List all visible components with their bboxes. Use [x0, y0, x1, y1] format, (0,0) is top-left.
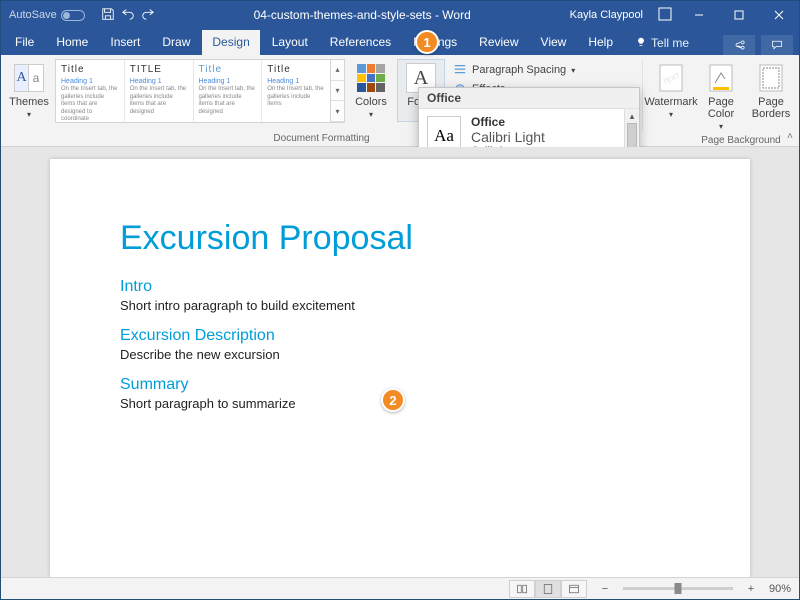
group-label-page-background: Page Background — [647, 134, 795, 147]
themes-button[interactable]: Aa Themes ▾ — [5, 59, 53, 122]
doc-title: Excursion Proposal — [120, 219, 680, 258]
undo-icon[interactable] — [121, 7, 135, 24]
tab-draw[interactable]: Draw — [152, 30, 200, 55]
page-borders-icon — [757, 63, 785, 93]
paragraph-description: Describe the new excursion — [120, 347, 680, 362]
share-button[interactable] — [723, 35, 755, 55]
heading-description: Excursion Description — [120, 327, 680, 345]
status-bar: − + 90% — [1, 577, 799, 599]
tab-design[interactable]: Design — [202, 30, 259, 55]
style-set-item[interactable]: TitleHeading 1On the Insert tab, the gal… — [194, 60, 263, 122]
title-bar: AutoSave 04-custom-themes-and-style-sets… — [1, 1, 799, 29]
page-borders-label: Page Borders — [750, 96, 792, 120]
tab-view[interactable]: View — [531, 30, 577, 55]
collapse-ribbon-button[interactable]: ˄ — [787, 131, 793, 142]
callout-2: 2 — [381, 388, 405, 412]
page-color-icon — [707, 63, 735, 93]
tell-me-label: Tell me — [651, 36, 689, 50]
themes-icon: Aa — [14, 64, 44, 92]
minimize-button[interactable] — [679, 1, 719, 29]
window-controls — [679, 1, 799, 29]
account-icon[interactable] — [651, 6, 679, 25]
web-layout-button[interactable] — [561, 580, 587, 598]
tab-layout[interactable]: Layout — [262, 30, 318, 55]
colors-label: Colors — [355, 96, 387, 108]
callout-1: 1 — [415, 30, 439, 54]
zoom-out-button[interactable]: − — [597, 583, 613, 595]
autosave-label: AutoSave — [9, 9, 57, 21]
zoom-in-button[interactable]: + — [743, 583, 759, 595]
colors-icon — [357, 64, 385, 92]
toggle-off-icon — [61, 10, 85, 21]
heading-intro: Intro — [120, 278, 680, 296]
tab-review[interactable]: Review — [469, 30, 528, 55]
close-button[interactable] — [759, 1, 799, 29]
paragraph-intro: Short intro paragraph to build excitemen… — [120, 298, 680, 313]
page-color-button[interactable]: Page Color ▾ — [697, 59, 745, 134]
gallery-scroll[interactable]: ▴▾▾ — [330, 60, 344, 122]
paragraph-spacing-button[interactable]: Paragraph Spacing▾ — [449, 62, 579, 78]
chevron-down-icon: ▾ — [669, 110, 673, 119]
page-borders-button[interactable]: Page Borders — [747, 59, 795, 123]
quick-access-toolbar — [93, 7, 163, 24]
tab-insert[interactable]: Insert — [100, 30, 150, 55]
style-set-item[interactable]: TitleHeading 1On the Insert tab, the gal… — [56, 60, 125, 122]
fonts-dropdown-header: Office — [419, 88, 639, 109]
style-set-item[interactable]: TITLEHeading 1On the Insert tab, the gal… — [125, 60, 194, 122]
page: Excursion Proposal Intro Short intro par… — [50, 159, 750, 577]
print-layout-button[interactable] — [535, 580, 561, 598]
paragraph-spacing-icon — [453, 63, 467, 77]
font-heading-name: Calibri Light — [471, 129, 545, 145]
user-name: Kayla Claypool — [562, 9, 651, 21]
font-scheme-name: Office — [471, 115, 545, 129]
ribbon-tabs: File Home Insert Draw Design Layout Refe… — [1, 29, 799, 55]
paragraph-spacing-label: Paragraph Spacing — [472, 64, 566, 76]
page-color-label: Page Color — [700, 96, 742, 120]
watermark-icon: TEXT — [657, 63, 685, 93]
chevron-down-icon: ▾ — [719, 122, 723, 131]
document-area[interactable]: Excursion Proposal Intro Short intro par… — [1, 147, 799, 577]
tab-help[interactable]: Help — [578, 30, 623, 55]
watermark-label: Watermark — [644, 96, 697, 108]
document-title: 04-custom-themes-and-style-sets - Word — [163, 8, 562, 22]
autosave-toggle[interactable]: AutoSave — [1, 9, 93, 21]
save-icon[interactable] — [101, 7, 115, 24]
tab-home[interactable]: Home — [46, 30, 98, 55]
style-set-gallery[interactable]: TitleHeading 1On the Insert tab, the gal… — [55, 59, 345, 123]
read-mode-button[interactable] — [509, 580, 535, 598]
themes-label: Themes — [9, 96, 49, 108]
comments-button[interactable] — [761, 35, 793, 55]
chevron-down-icon: ▾ — [27, 110, 31, 119]
tell-me-search[interactable]: Tell me — [625, 31, 699, 55]
tab-references[interactable]: References — [320, 30, 401, 55]
ribbon: Aa Themes ▾ TitleHeading 1On the Insert … — [1, 55, 799, 147]
tab-file[interactable]: File — [5, 30, 44, 55]
watermark-button[interactable]: TEXT Watermark ▾ — [647, 59, 695, 122]
chevron-down-icon: ▾ — [369, 110, 373, 119]
redo-icon[interactable] — [141, 7, 155, 24]
colors-button[interactable]: Colors ▾ — [347, 59, 395, 122]
maximize-button[interactable] — [719, 1, 759, 29]
zoom-slider[interactable] — [623, 587, 733, 590]
zoom-level[interactable]: 90% — [769, 583, 791, 595]
